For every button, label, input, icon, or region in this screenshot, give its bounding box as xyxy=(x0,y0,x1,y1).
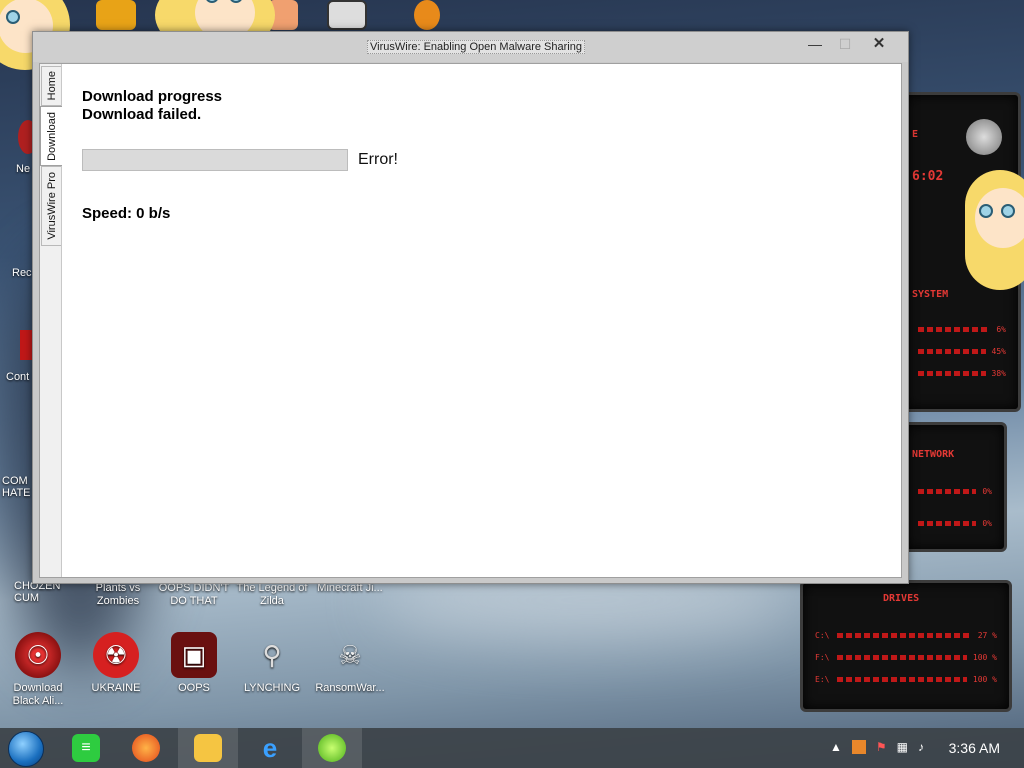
gadget-section-title: DRIVES xyxy=(883,593,920,604)
firefox-icon xyxy=(132,734,160,762)
gadget-row: 38% xyxy=(918,369,1006,378)
window-client-area: Home Download VirusWire Pro Download pro… xyxy=(39,63,902,578)
show-hidden-icons-icon[interactable]: ▲ xyxy=(830,740,842,754)
notes-icon: ≡ xyxy=(72,734,100,762)
download-progress-bar xyxy=(82,149,348,171)
alien-icon: ☉ xyxy=(15,632,61,678)
taskbar-internet-explorer[interactable]: e xyxy=(240,728,300,768)
desktop-icon-label: RansomWar... xyxy=(315,682,385,694)
taskbar-clock[interactable]: 3:36 AM xyxy=(949,740,1000,756)
download-panel: Download progress Download failed. Error… xyxy=(82,88,398,222)
desktop-icon-ukraine[interactable]: ☢ UKRAINE xyxy=(78,632,154,695)
close-button[interactable]: ✕ xyxy=(865,34,893,54)
taskbar-firefox[interactable] xyxy=(116,728,176,768)
desktop-icon-plants-vs-zombies[interactable]: Plants vs Zombies xyxy=(80,582,156,608)
action-center-flag-icon[interactable]: ⚑ xyxy=(876,740,887,754)
progress-error-label: Error! xyxy=(358,151,398,168)
download-heading: Download progress xyxy=(82,88,223,105)
desktop-label-partial[interactable]: COM HATE xyxy=(2,475,32,499)
download-status: Download failed. xyxy=(82,106,202,123)
alien-logo-icon xyxy=(966,119,1002,155)
system-tray: ▲ ⚑ ▦ ♪ xyxy=(830,740,924,754)
gadget-row: 0% xyxy=(918,519,992,528)
desktop-icon-legend-of-zilda[interactable]: The Legend of Zilda xyxy=(234,582,310,608)
top-app-icon[interactable] xyxy=(96,0,136,30)
desktop-icon-label: LYNCHING xyxy=(243,682,301,694)
desktop-icon-label: UKRAINE xyxy=(91,682,141,694)
desktop-icon-download-black-alien[interactable]: ☉ Download Black Ali... xyxy=(0,632,76,708)
taskbar: ≡ e ▲ ⚑ ▦ ♪ 3:36 AM xyxy=(0,728,1024,768)
progress-row: Error! xyxy=(82,149,442,171)
volume-icon[interactable]: ♪ xyxy=(918,740,924,754)
cartoon-character-icon xyxy=(965,170,1024,290)
desktop-icon-label: OOPS xyxy=(178,682,210,694)
file-explorer-icon xyxy=(194,734,222,762)
tab-label: VirusWire Pro xyxy=(45,172,58,240)
skull-icon: ☠ xyxy=(338,639,362,670)
drive-row: C:\ 27 % xyxy=(815,630,997,640)
start-orb-icon[interactable] xyxy=(8,731,44,767)
gadget-time: 6:02 xyxy=(912,169,944,184)
network-icon[interactable]: ▦ xyxy=(897,740,908,754)
tab-label: Download xyxy=(45,111,58,161)
gadget-section-title: SYSTEM xyxy=(912,289,949,300)
tab-label: Home xyxy=(45,71,58,101)
desktop-icon-lynching[interactable]: ⚲ LYNCHING xyxy=(234,632,310,695)
maximize-button[interactable]: ☐ xyxy=(831,34,859,54)
gadget-row: 6% xyxy=(918,325,1006,334)
desktop-icon-oops[interactable]: ▣ OOPS xyxy=(156,632,232,695)
desktop-icon-oops-didnt[interactable]: OOPS DIDN'T DO THAT xyxy=(156,582,232,608)
vertical-tab-strip: Home Download VirusWire Pro xyxy=(40,64,62,577)
window-app-icon[interactable] xyxy=(327,0,367,30)
radiation-icon: ☢ xyxy=(93,632,139,678)
noose-icon: ⚲ xyxy=(262,639,282,670)
oops-icon: ▣ xyxy=(171,632,217,678)
drive-row: F:\ 100 % xyxy=(815,652,997,662)
taskbar-file-explorer[interactable] xyxy=(178,728,238,768)
desktop-label-partial[interactable]: Cont xyxy=(6,371,29,383)
tab-home[interactable]: Home xyxy=(41,66,61,106)
desktop-label-partial[interactable]: Ne xyxy=(16,163,30,175)
internet-explorer-icon: e xyxy=(262,732,278,763)
window-title: VirusWire: Enabling Open Malware Sharing xyxy=(367,40,585,54)
desktop-icon-label: Download Black Ali... xyxy=(12,682,64,707)
taskbar-limewire[interactable] xyxy=(302,728,362,768)
gadget-row: 45% xyxy=(918,347,1006,356)
tab-viruswire-pro[interactable]: VirusWire Pro xyxy=(41,166,61,246)
viruswire-window[interactable]: VirusWire: Enabling Open Malware Sharing… xyxy=(32,31,909,584)
desktop-label-partial[interactable]: Rec xyxy=(12,267,32,279)
desktop-icon-ransomware[interactable]: ☠ RansomWar... xyxy=(312,632,388,695)
taskbar-notes[interactable]: ≡ xyxy=(56,728,116,768)
limewire-icon xyxy=(318,734,346,762)
drives-gadget: DRIVES C:\ 27 % F:\ 100 % E:\ 100 % xyxy=(800,580,1012,712)
window-titlebar[interactable]: VirusWire: Enabling Open Malware Sharing… xyxy=(33,32,908,62)
minimize-button[interactable]: — xyxy=(801,34,829,54)
network-gadget: NETWORK 0% 0% xyxy=(903,422,1007,552)
download-speed: Speed: 0 b/s xyxy=(82,205,171,222)
gadget-row: 0% xyxy=(918,487,992,496)
orange-app-icon[interactable] xyxy=(414,0,440,30)
tab-download[interactable]: Download xyxy=(40,106,62,166)
gadget-section-title: NETWORK xyxy=(912,449,955,460)
tray-app-icon[interactable] xyxy=(851,740,866,754)
drive-row: E:\ 100 % xyxy=(815,674,997,684)
